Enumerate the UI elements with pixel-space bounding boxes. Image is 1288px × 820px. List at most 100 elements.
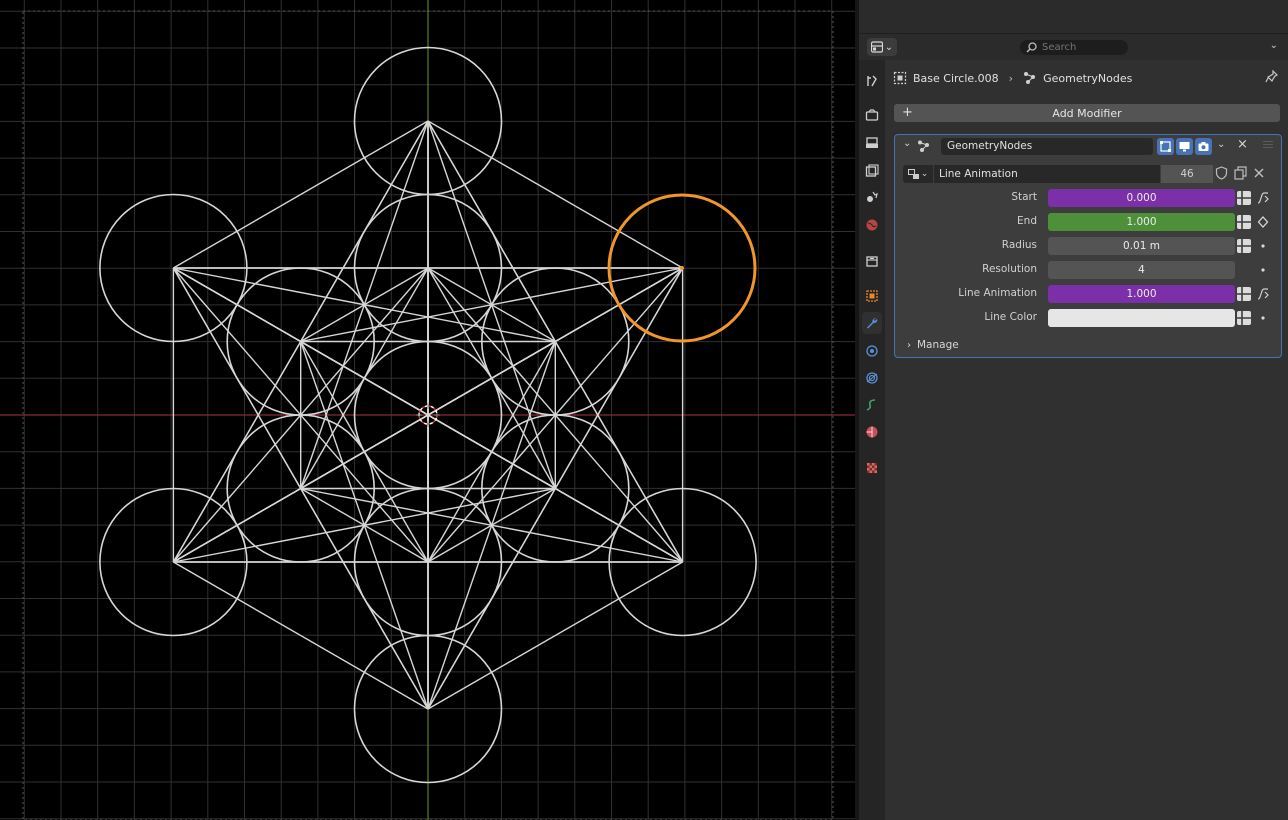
modifier-name-field[interactable]: GeometryNodes (941, 138, 1153, 155)
tab-constraints[interactable] (862, 394, 882, 416)
end-value-field[interactable]: 1.000 (1048, 213, 1235, 231)
animate-dot-icon[interactable] (1257, 239, 1269, 253)
tab-object[interactable] (862, 285, 882, 307)
tab-scene[interactable] (862, 186, 882, 208)
selected-origin (680, 266, 684, 270)
add-modifier-button[interactable]: + Add Modifier (894, 104, 1280, 122)
edit-mode-icon (1160, 141, 1171, 152)
object-mesh-icon (893, 71, 907, 85)
tab-data[interactable] (862, 421, 882, 443)
render-toggle[interactable] (1195, 138, 1212, 155)
viewport-toggle[interactable] (1176, 138, 1193, 155)
properties-tabs (859, 60, 885, 820)
editor-type-button[interactable]: ⌄ (867, 38, 897, 56)
modifier-properties: Base Circle.008 › GeometryNodes + Add Mo… (885, 60, 1288, 820)
tab-modifiers[interactable] (862, 312, 882, 334)
breadcrumb-modifier: GeometryNodes (1043, 71, 1133, 85)
attribute-toggle-icon[interactable] (1236, 286, 1252, 302)
duplicate-icon[interactable] (1234, 166, 1247, 180)
view-layer-icon (865, 164, 879, 177)
modifier-visibility-toggles (1157, 138, 1212, 155)
fake-user-shield-icon[interactable] (1215, 166, 1228, 180)
line-animation-value-field[interactable]: 1.000 (1048, 285, 1235, 303)
tab-view-layer[interactable] (862, 160, 882, 182)
tab-render[interactable] (862, 104, 882, 126)
input-row-line-color: Line Color (895, 309, 1281, 327)
driver-curve-icon[interactable] (1257, 287, 1269, 301)
scene-icon (867, 191, 878, 202)
geometry-nodes-icon (1024, 72, 1036, 84)
input-row-resolution: Resolution 4 (895, 261, 1281, 279)
3d-viewport[interactable] (0, 0, 855, 820)
render-icon (865, 109, 879, 121)
constraints-icon (866, 399, 876, 411)
input-row-end: End 1.000 (895, 213, 1281, 231)
radius-value-field[interactable]: 0.01 m (1048, 237, 1235, 255)
tab-tool[interactable] (862, 70, 882, 92)
properties-editor: ⌄ ⌄ (859, 0, 1288, 820)
node-group-name-field[interactable]: Line Animation (934, 165, 1160, 183)
add-modifier-label: Add Modifier (1052, 106, 1122, 120)
plus-icon: + (902, 105, 913, 120)
animate-dot-icon[interactable] (1257, 263, 1269, 277)
collapse-chevron-icon[interactable]: ⌄ (903, 138, 911, 149)
chevron-right-icon: › (907, 339, 911, 351)
driver-curve-icon[interactable] (1257, 191, 1269, 205)
node-group-users-count[interactable]: 46 (1161, 165, 1213, 183)
input-label: Radius (1001, 239, 1037, 251)
object-icon (866, 290, 878, 302)
tab-physics[interactable] (862, 367, 882, 389)
start-value-field[interactable]: 0.000 (1048, 189, 1235, 207)
input-row-radius: Radius 0.01 m (895, 237, 1281, 255)
input-label: Line Color (984, 311, 1037, 323)
tab-particles[interactable] (862, 340, 882, 362)
texture-icon (867, 463, 877, 473)
tab-world[interactable] (862, 214, 882, 236)
modifier-panel-header: ⌄ GeometryNodes ⌄ × (895, 135, 1281, 157)
attribute-toggle-icon[interactable] (1236, 238, 1252, 254)
manage-subpanel-toggle[interactable]: › Manage (907, 339, 959, 351)
line-color-swatch[interactable] (1048, 309, 1235, 327)
top-strip (859, 0, 1288, 34)
tab-texture[interactable] (862, 457, 882, 479)
search-input[interactable] (1042, 42, 1122, 53)
breadcrumb-separator-icon: › (1008, 71, 1014, 85)
physics-icon (866, 372, 878, 384)
animate-dot-icon[interactable] (1257, 311, 1269, 325)
modifier-menu-chevron-icon[interactable]: ⌄ (1217, 139, 1225, 150)
viewport-canvas[interactable] (0, 0, 855, 820)
geometry-nodes-icon (918, 140, 929, 152)
node-group-browse-button[interactable]: ⌄ (903, 165, 933, 183)
tool-icon (867, 75, 877, 87)
options-chevron-icon[interactable]: ⌄ (1270, 40, 1278, 51)
properties-header: ⌄ ⌄ (859, 34, 1288, 60)
unlink-x-icon[interactable] (1253, 166, 1265, 180)
input-label: End (1017, 215, 1037, 227)
attribute-toggle-icon[interactable] (1236, 310, 1252, 326)
search-field[interactable] (1019, 39, 1129, 56)
breadcrumb: Base Circle.008 › GeometryNodes (893, 68, 1132, 88)
world-icon (866, 219, 878, 231)
chevron-down-icon: ⌄ (884, 41, 894, 53)
node-group-selector: ⌄ Line Animation 46 (903, 165, 1281, 183)
tab-collection[interactable] (862, 250, 882, 272)
output-icon (866, 137, 878, 148)
modifier-wrench-icon (867, 318, 878, 329)
data-icon (866, 426, 878, 438)
keyframe-diamond-icon[interactable] (1257, 215, 1269, 229)
geometry-nodes-modifier-panel: ⌄ GeometryNodes ⌄ × ⌄ Line Animation 46 … (894, 134, 1282, 358)
input-row-start: Start 0.000 (895, 189, 1281, 207)
tab-output[interactable] (862, 132, 882, 154)
drag-grip-icon[interactable] (1263, 141, 1273, 150)
input-label: Line Animation (958, 287, 1037, 299)
node-group-actions (1215, 166, 1265, 180)
attribute-toggle-icon[interactable] (1236, 214, 1252, 230)
edit-mode-toggle[interactable] (1157, 138, 1174, 155)
remove-modifier-icon[interactable]: × (1237, 137, 1248, 152)
attribute-toggle-icon[interactable] (1236, 190, 1252, 206)
particles-icon (866, 345, 878, 357)
resolution-value-field[interactable]: 4 (1048, 261, 1235, 279)
editor-type-icon (870, 41, 883, 53)
search-icon (1026, 42, 1037, 53)
pin-icon[interactable] (1265, 70, 1278, 83)
